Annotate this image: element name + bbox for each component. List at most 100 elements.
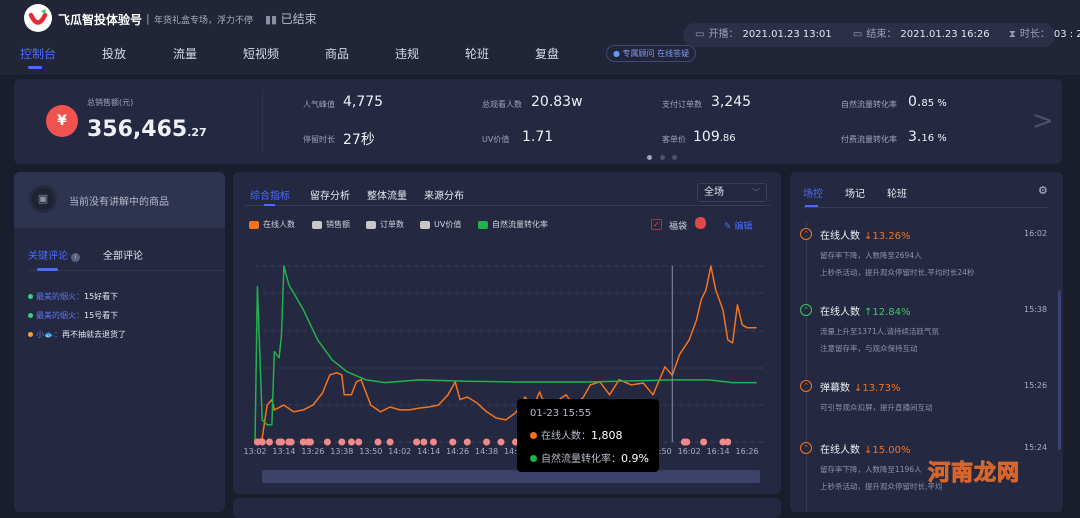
tab-field-notes[interactable]: 场记	[845, 185, 865, 200]
nav-tab-products[interactable]: 商品	[325, 45, 349, 62]
fudai-marker	[265, 438, 273, 446]
line-chart[interactable]: 13:02 13:14 13:26 13:38 13:50 14:02 14:14 14:26…	[233, 240, 781, 490]
legend-swatch-icon	[478, 220, 488, 229]
next-chevron-icon[interactable]: >	[1032, 106, 1054, 136]
pencil-icon: ✎	[724, 222, 735, 232]
active-tab-indicator	[264, 204, 275, 206]
total-sales-dec: .27	[187, 126, 207, 139]
tab-traffic[interactable]: 整体流量	[367, 187, 407, 202]
stat-value: 1.71	[522, 129, 553, 145]
scope-select[interactable]: 全场 ﹀	[697, 183, 767, 202]
fudai-marker	[258, 438, 266, 446]
x-tick-label: 16:02	[678, 447, 701, 456]
edit-label: 编辑	[734, 222, 753, 232]
nav-tab-console[interactable]: 控制台	[20, 45, 56, 62]
total-sales-label: 总销售额(元)	[87, 98, 134, 107]
series-line-0	[254, 265, 757, 443]
nav-tab-short-video[interactable]: 短视频	[243, 45, 279, 62]
comment-item: 最美的烟火：15好看下	[28, 291, 118, 302]
stat-value: 27秒	[343, 129, 375, 149]
tooltip-row-rate: 自然流量转化率：0.9%	[530, 450, 659, 465]
fudai-marker	[497, 438, 505, 446]
legend-item-4[interactable]: 自然流量转化率	[478, 219, 548, 230]
event-time: 15:38	[1024, 305, 1048, 314]
duration-label: 时长：	[1019, 29, 1050, 40]
active-tab-indicator	[28, 66, 42, 69]
tab-shifts[interactable]: 轮班	[887, 185, 907, 200]
total-sales-int: 356,465	[87, 117, 188, 142]
brand-logo	[24, 4, 52, 32]
stat-value-main: 27秒	[343, 132, 375, 148]
calendar-icon: ▭	[852, 29, 863, 40]
stat-value-main: 20.83w	[531, 94, 583, 110]
gear-icon[interactable]: ⚙	[1038, 184, 1048, 197]
tab-source[interactable]: 来源分布	[424, 187, 464, 202]
nav-tab-violations[interactable]: 违规	[395, 45, 419, 62]
event-metric: 在线人数	[820, 231, 860, 242]
account-name: 飞瓜智投体验号	[58, 13, 143, 27]
event-detail: 可引导观众扣屏，提升直播间互动	[820, 403, 933, 412]
chevron-down-icon: ﹀	[752, 188, 760, 197]
tooltip-time: 01-23 15:55	[530, 408, 592, 419]
legend-item-1[interactable]: 销售额	[312, 219, 350, 230]
event-detail: 留存率下降，人数降至2694人	[820, 251, 922, 260]
edit-button[interactable]: ✎ 编辑	[724, 219, 752, 232]
comment-item: 小🐟：再不抽就去退货了	[28, 329, 126, 340]
fudai-marker	[306, 438, 314, 446]
stat-label: 客单价	[662, 135, 686, 144]
nav-tab-shifts[interactable]: 轮班	[465, 45, 489, 62]
legend-swatch-icon	[366, 220, 376, 229]
x-tick-label: 16:26	[736, 447, 759, 456]
fudai-marker	[429, 438, 437, 446]
scrollbar[interactable]	[1058, 290, 1061, 450]
event-title: 在线人数 ↑12.84%	[820, 303, 911, 318]
tab-overall-metrics[interactable]: 综合指标	[250, 187, 290, 202]
nav-tab-traffic[interactable]: 流量	[173, 45, 197, 62]
fudai-marker	[355, 438, 363, 446]
headset-icon: ●	[613, 49, 620, 58]
comment-user: 最美的烟火：	[36, 292, 84, 301]
stat-label: 人气峰值	[303, 100, 335, 109]
hourglass-icon: ⧗	[1008, 29, 1016, 40]
comment-item: 最美的烟火：15号看下	[28, 310, 118, 321]
nav-tab-ads[interactable]: 投放	[102, 45, 126, 62]
stat-value: 109.86	[693, 129, 736, 145]
stat-label: 自然流量转化率	[841, 100, 897, 109]
fudai-marker	[374, 438, 382, 446]
end-value: 2021.01.23 16:26	[900, 29, 990, 40]
comment-text: 15号看下	[84, 311, 119, 320]
tab-key-comments[interactable]: 关键评论 !	[28, 247, 81, 262]
stat-value: 4,775	[343, 94, 383, 110]
fudai-marker	[287, 438, 295, 446]
tab-field-control[interactable]: 场控	[803, 185, 823, 200]
stat-value-small: 16 %	[921, 133, 947, 144]
chevron-up-icon: ⌃	[800, 228, 812, 240]
stream-status: ▮▮ 已结束	[265, 10, 317, 27]
stat-value-small: .86	[719, 133, 736, 144]
x-tick-label: 14:14	[417, 447, 440, 456]
event-metric: 在线人数	[820, 307, 860, 318]
x-tick-label: 13:38	[330, 447, 353, 456]
legend-item-0[interactable]: 在线人数	[249, 219, 295, 230]
x-tick-label: 13:14	[272, 447, 295, 456]
event-detail: 上秒杀活动，提升观众停留时长,平均时长24秒	[820, 268, 975, 277]
stat-value-main: 0.	[908, 94, 922, 110]
event-time: 15:24	[1024, 443, 1048, 452]
legend-item-3[interactable]: UV价值	[420, 219, 461, 230]
legend-item-2[interactable]: 订单数	[366, 219, 404, 230]
fudai-marker	[338, 438, 346, 446]
stat-value-main: 1.71	[522, 129, 554, 145]
page-dot-1[interactable]	[647, 155, 652, 160]
legend-swatch-icon	[249, 220, 259, 229]
chevron-up-icon: ⌃	[800, 442, 812, 454]
no-product-text: 当前没有讲解中的商品	[69, 197, 169, 208]
page-dot-3[interactable]	[672, 155, 677, 160]
stat-value-main: 3.	[908, 129, 922, 145]
fudai-checkbox[interactable]: ✓	[651, 219, 662, 230]
tab-all-comments[interactable]: 全部评论	[103, 247, 143, 262]
tab-retention[interactable]: 留存分析	[310, 187, 350, 202]
nav-tab-review[interactable]: 复盘	[535, 45, 559, 62]
consultant-button[interactable]: ● 专属顾问 在线答疑	[606, 45, 697, 62]
fudai-label: 福袋	[669, 222, 688, 232]
page-dot-2[interactable]	[660, 155, 665, 160]
